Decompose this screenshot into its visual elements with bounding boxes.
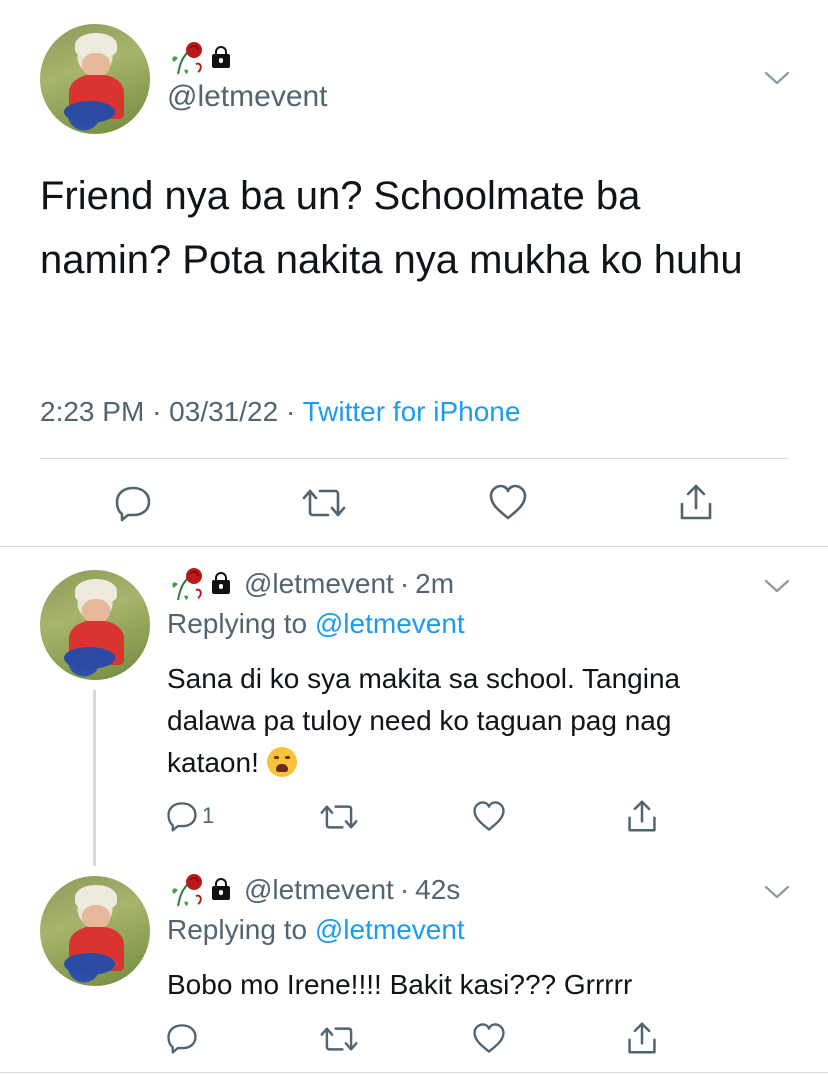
chevron-down-icon[interactable]: [764, 70, 790, 86]
reply-age[interactable]: 42s: [415, 874, 460, 906]
reply-text-content: Sana di ko sya makita sa school. Tangina…: [167, 663, 681, 778]
reply-count: 1: [202, 803, 215, 828]
meta-separator: ·: [399, 874, 410, 905]
tweet-meta: 2:23 PM · 03/31/22 · Twitter for iPhone: [40, 396, 520, 428]
share-icon[interactable]: [678, 482, 714, 522]
reply-age[interactable]: 2m: [415, 568, 454, 600]
like-icon[interactable]: [472, 800, 506, 832]
tweet-source[interactable]: Twitter for iPhone: [303, 396, 521, 427]
rose-emoji-icon: [172, 874, 202, 907]
thread-line: [93, 690, 96, 866]
replying-to: Replying to @letmevent: [167, 608, 465, 640]
lock-icon: [212, 572, 230, 594]
reply-text: Bobo mo Irene!!!! Bakit kasi??? Grrrrr: [167, 969, 633, 1000]
section-divider: [0, 546, 828, 547]
bottom-divider: [0, 1072, 828, 1073]
retweet-icon[interactable]: [320, 802, 358, 832]
meta-separator: ·: [152, 396, 162, 427]
chevron-down-icon[interactable]: [764, 884, 790, 900]
reply-avatar[interactable]: [40, 876, 150, 986]
chevron-down-icon[interactable]: [764, 578, 790, 594]
reply-action[interactable]: [166, 1022, 202, 1054]
reply-text: Sana di ko sya makita sa school. Tangina…: [167, 658, 767, 784]
reply-action[interactable]: 1: [166, 800, 214, 832]
replying-to-handle[interactable]: @letmevent: [315, 608, 465, 639]
reply-header: @letmevent · 42s: [168, 872, 460, 908]
lock-icon: [212, 878, 230, 900]
reply-header: @letmevent · 2m: [168, 566, 454, 602]
meta-separator: ·: [285, 396, 296, 427]
loudly-crying-emoji-icon: [266, 747, 297, 777]
meta-separator: ·: [399, 568, 410, 599]
tweet-text: Friend nya ba un? Schoolmate ba namin? P…: [40, 174, 743, 282]
reply-handle[interactable]: @letmevent: [244, 568, 394, 600]
retweet-icon[interactable]: [302, 486, 346, 520]
reply-icon[interactable]: [114, 484, 152, 522]
reply-handle[interactable]: @letmevent: [244, 874, 394, 906]
author-handle[interactable]: @letmevent: [167, 80, 328, 114]
reply-icon: [167, 1024, 197, 1054]
retweet-icon[interactable]: [320, 1024, 358, 1054]
lock-icon: [212, 46, 230, 68]
replying-to-label: Replying to: [167, 914, 308, 945]
tweet-date[interactable]: 03/31/22: [169, 396, 278, 427]
display-name[interactable]: [168, 40, 230, 76]
share-icon[interactable]: [626, 1020, 658, 1056]
reply-avatar[interactable]: [40, 570, 150, 680]
tweet-time[interactable]: 2:23 PM: [40, 396, 144, 427]
author-avatar[interactable]: [40, 24, 150, 134]
like-icon[interactable]: [472, 1022, 506, 1054]
replying-to-label: Replying to: [167, 608, 308, 639]
divider: [40, 458, 788, 459]
replying-to: Replying to @letmevent: [167, 914, 465, 946]
like-icon[interactable]: [488, 484, 528, 520]
rose-emoji-icon: [172, 42, 202, 75]
replying-to-handle[interactable]: @letmevent: [315, 914, 465, 945]
rose-emoji-icon: [172, 568, 202, 601]
share-icon[interactable]: [626, 798, 658, 834]
reply-icon: [167, 802, 197, 832]
